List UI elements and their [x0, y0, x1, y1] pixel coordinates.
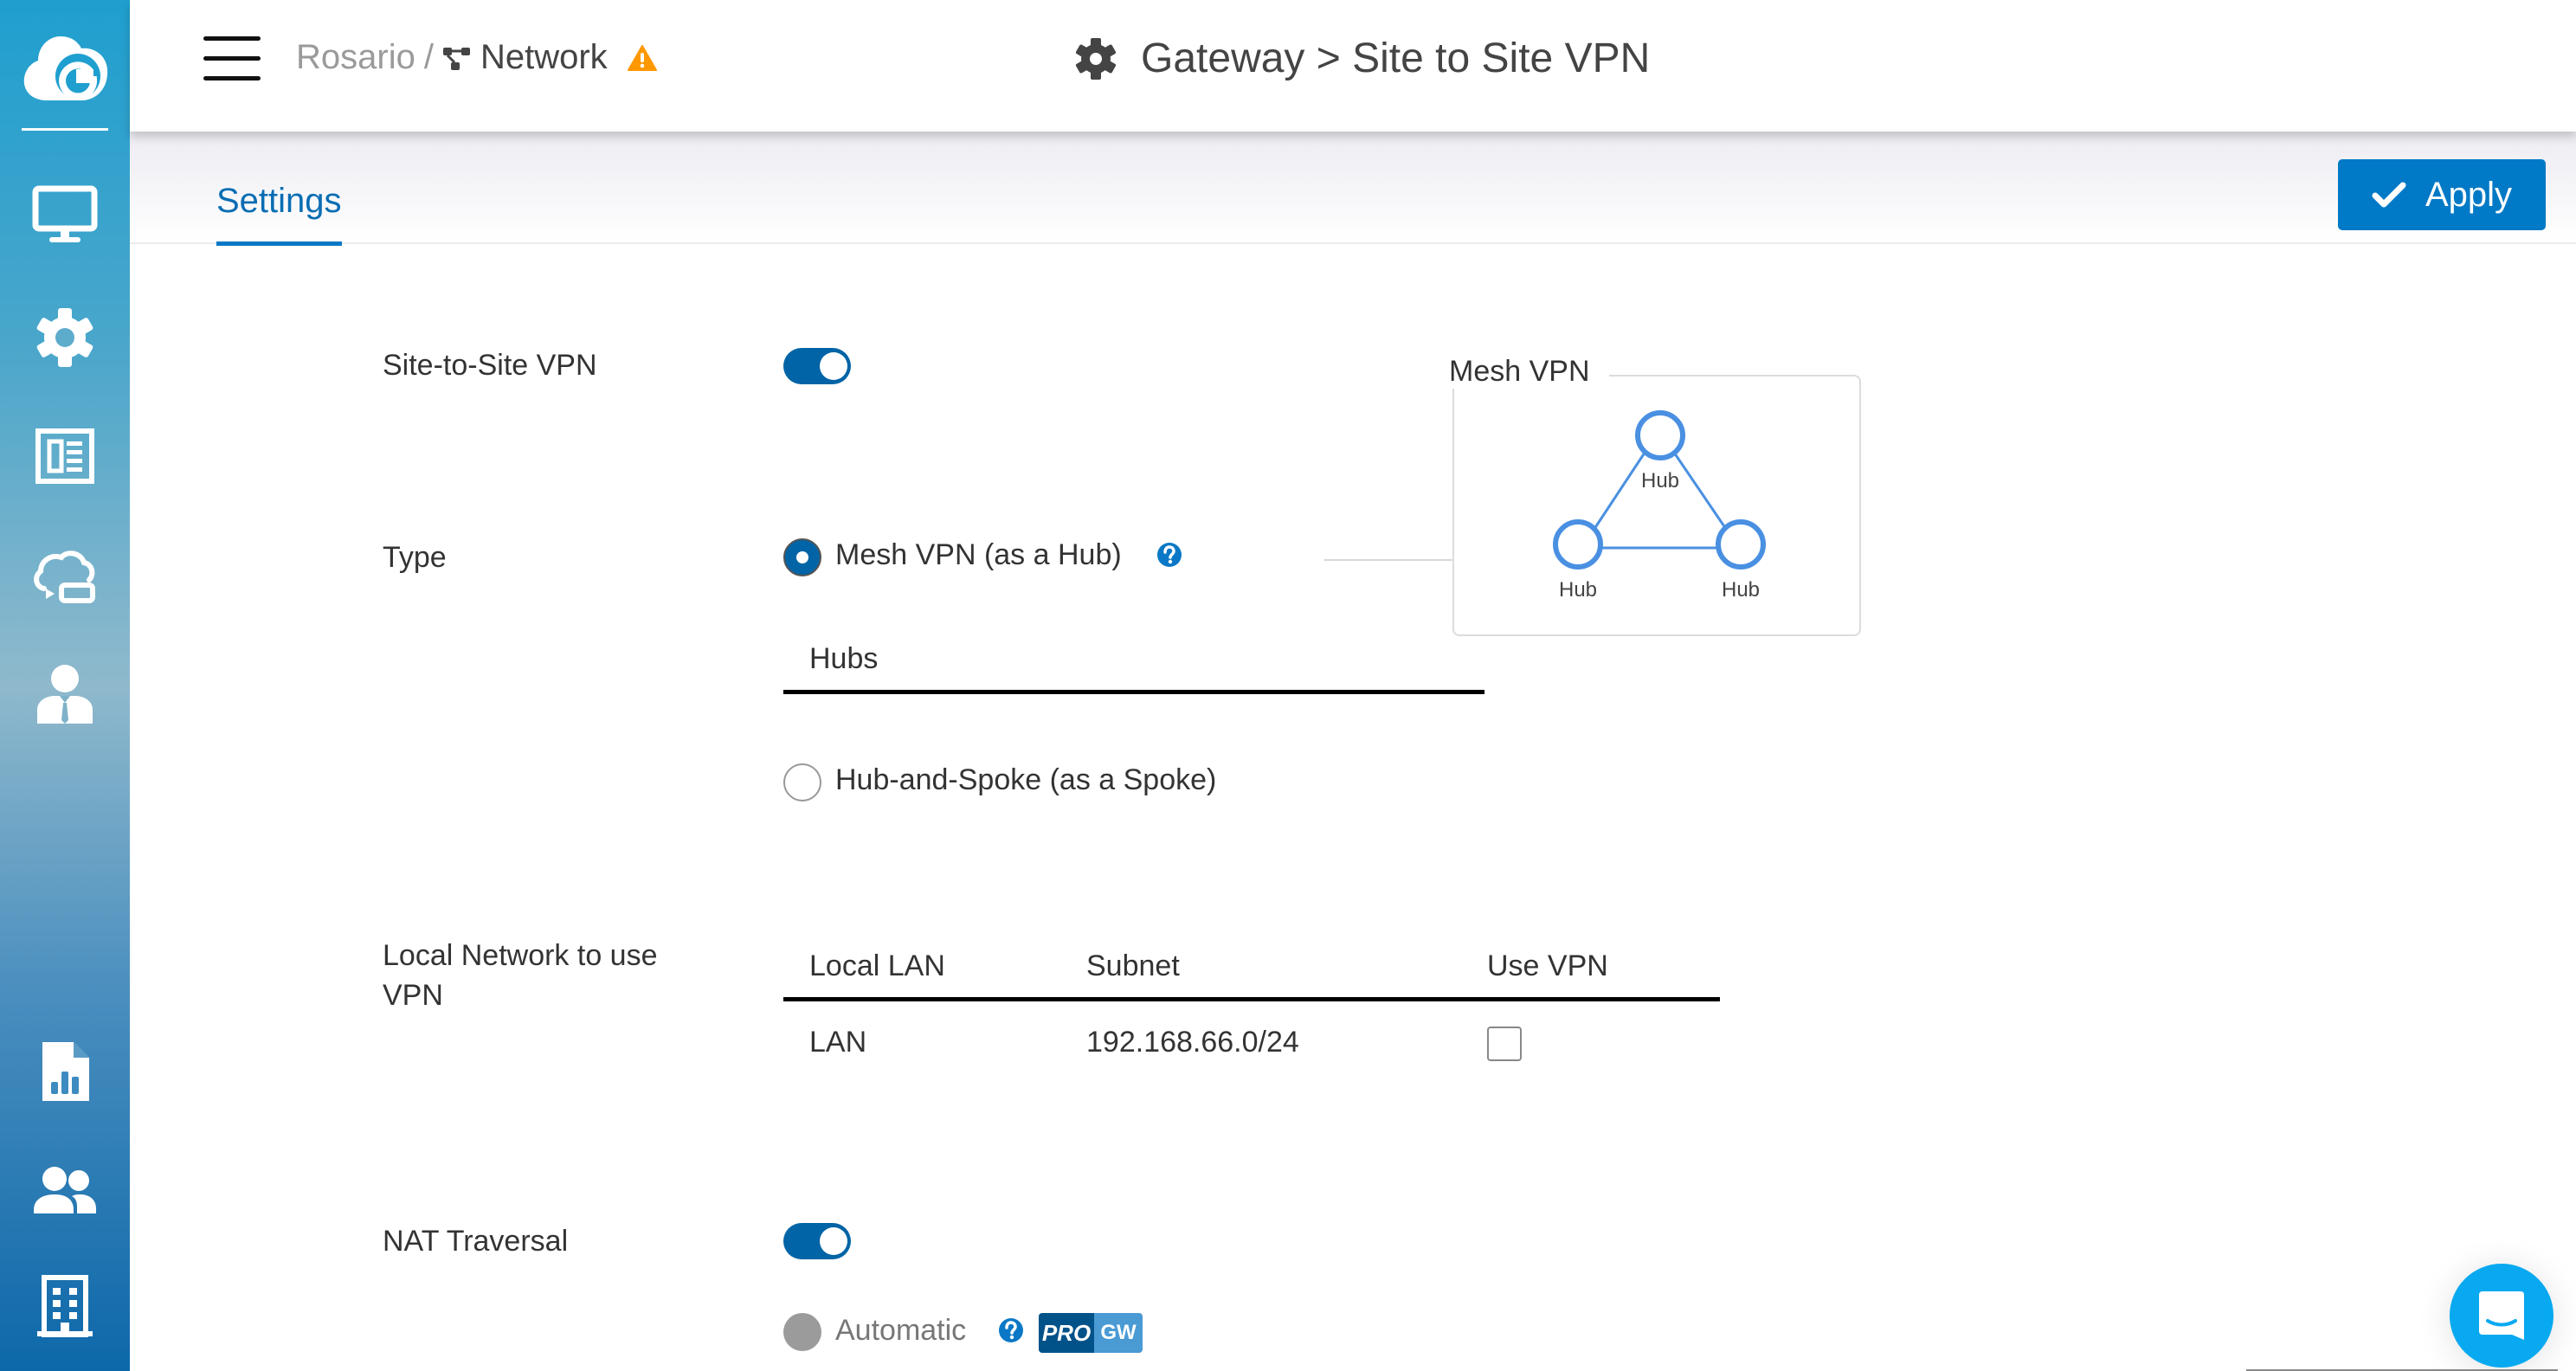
- settings-form: Site-to-Site VPN Type Mesh VPN (as a Hub…: [0, 0, 2576, 1371]
- breadcrumb-parent[interactable]: Rosario: [296, 38, 415, 77]
- chat-icon: [2479, 1291, 2524, 1340]
- diagram-connector: [1324, 559, 1454, 561]
- hub-node: [1635, 410, 1685, 460]
- hub-and-spoke-option-label[interactable]: Hub-and-Spoke (as a Spoke): [835, 763, 1216, 797]
- hub-node-label: Hub: [1641, 469, 1679, 492]
- table-header: Local LAN Subnet Use VPN: [783, 939, 1720, 1001]
- nat-traversal-toggle[interactable]: [783, 1223, 851, 1259]
- hub-node: [1716, 519, 1766, 570]
- hub-node: [1553, 519, 1603, 570]
- column-local-lan: Local LAN: [809, 949, 945, 982]
- local-network-table: Local LAN Subnet Use VPN LAN 192.168.66.…: [783, 939, 1720, 1097]
- help-icon[interactable]: [1156, 542, 1182, 568]
- cell-lan: LAN: [809, 1026, 867, 1059]
- mesh-vpn-option-label[interactable]: Mesh VPN (as a Hub): [835, 538, 1122, 572]
- automatic-radio[interactable]: [783, 1313, 821, 1351]
- pro-badge-text: PRO: [1039, 1313, 1094, 1353]
- hub-node-label: Hub: [1559, 578, 1597, 602]
- site-to-site-vpn-label: Site-to-Site VPN: [383, 349, 597, 382]
- diagram-title: Mesh VPN: [1439, 355, 1609, 389]
- chat-support-button[interactable]: [2450, 1264, 2553, 1368]
- top-header: Rosario / Network Gateway > Site to Site…: [130, 0, 2576, 132]
- local-network-label: Local Network to use VPN: [383, 939, 658, 1012]
- help-icon[interactable]: [998, 1317, 1024, 1343]
- hub-and-spoke-radio[interactable]: [783, 763, 821, 801]
- menu-toggle-button[interactable]: [203, 36, 261, 81]
- warning-icon[interactable]: [627, 44, 658, 72]
- nat-traversal-label: NAT Traversal: [383, 1225, 569, 1258]
- mesh-vpn-radio[interactable]: [783, 538, 821, 576]
- gw-badge-text: GW: [1094, 1313, 1143, 1353]
- breadcrumb: Rosario / Network: [296, 38, 658, 77]
- use-vpn-checkbox[interactable]: [1487, 1027, 1522, 1061]
- column-subnet: Subnet: [1086, 949, 1180, 982]
- page-title: Gateway > Site to Site VPN: [1073, 35, 1650, 82]
- gear-icon: [1075, 37, 1117, 80]
- hub-node-label: Hub: [1722, 578, 1760, 602]
- breadcrumb-current[interactable]: Network: [480, 38, 608, 77]
- pro-gw-badge: PRO GW: [1039, 1313, 1143, 1353]
- column-use-vpn: Use VPN: [1487, 949, 1608, 982]
- breadcrumb-separator: /: [423, 38, 434, 76]
- network-icon: [442, 47, 470, 70]
- table-row: LAN 192.168.66.0/24: [783, 1001, 1720, 1097]
- site-to-site-vpn-toggle[interactable]: [783, 348, 851, 384]
- automatic-option-label[interactable]: Automatic: [835, 1314, 966, 1348]
- cell-subnet: 192.168.66.0/24: [1086, 1026, 1299, 1059]
- hubs-table-header: Hubs: [783, 632, 1484, 694]
- page-title-text: Gateway > Site to Site VPN: [1141, 35, 1651, 81]
- type-label: Type: [383, 541, 447, 574]
- mesh-topology-graphic: Hub Hub Hub: [1553, 410, 1766, 602]
- hubs-column-header: Hubs: [809, 642, 879, 675]
